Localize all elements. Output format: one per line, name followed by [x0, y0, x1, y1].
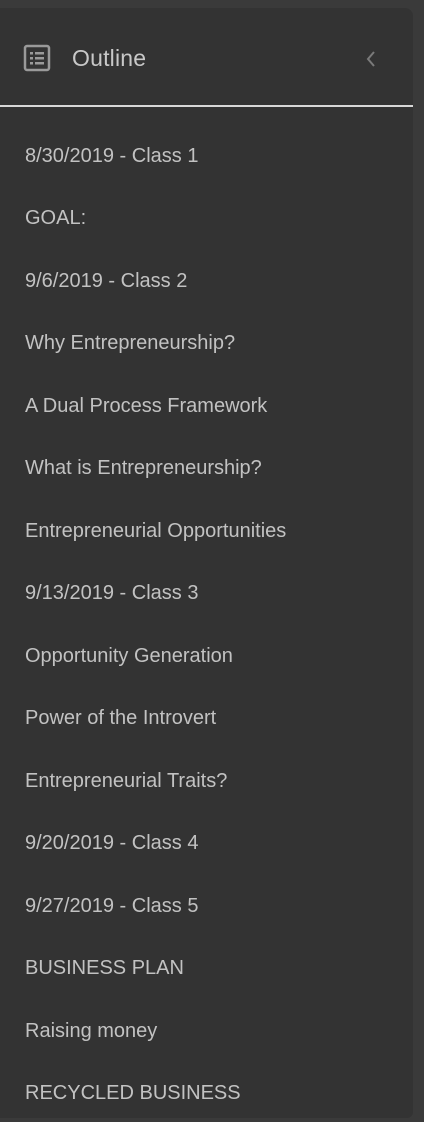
outline-item[interactable]: Opportunity Generation: [25, 643, 233, 669]
outline-item[interactable]: Entrepreneurial Traits?: [25, 768, 227, 794]
outline-title: Outline: [72, 45, 147, 71]
outline-item[interactable]: Power of the Introvert: [25, 705, 216, 731]
outline-header: Outline: [0, 8, 413, 107]
outline-item[interactable]: A Dual Process Framework: [25, 393, 267, 419]
outline-item[interactable]: What is Entrepreneurship?: [25, 455, 262, 481]
outline-list-icon: [23, 44, 51, 72]
outline-item[interactable]: Entrepreneurial Opportunities: [25, 518, 286, 544]
outline-item[interactable]: RECYCLED BUSINESS: [25, 1080, 241, 1106]
outline-item[interactable]: 8/30/2019 - Class 1: [25, 143, 198, 169]
outline-item[interactable]: 9/27/2019 - Class 5: [25, 893, 198, 919]
outline-item[interactable]: 9/6/2019 - Class 2: [25, 268, 187, 294]
outline-item[interactable]: 9/13/2019 - Class 3: [25, 580, 198, 606]
outline-panel: Outline 8/30/2019 - Class 1 GOAL: 9/6/20…: [0, 8, 413, 1118]
outline-item[interactable]: Why Entrepreneurship?: [25, 330, 235, 356]
outline-item[interactable]: 9/20/2019 - Class 4: [25, 830, 198, 856]
outline-item[interactable]: Raising money: [25, 1018, 157, 1044]
outline-item[interactable]: BUSINESS PLAN: [25, 955, 184, 981]
chevron-left-icon[interactable]: [360, 48, 382, 70]
outline-item[interactable]: GOAL:: [25, 205, 86, 231]
